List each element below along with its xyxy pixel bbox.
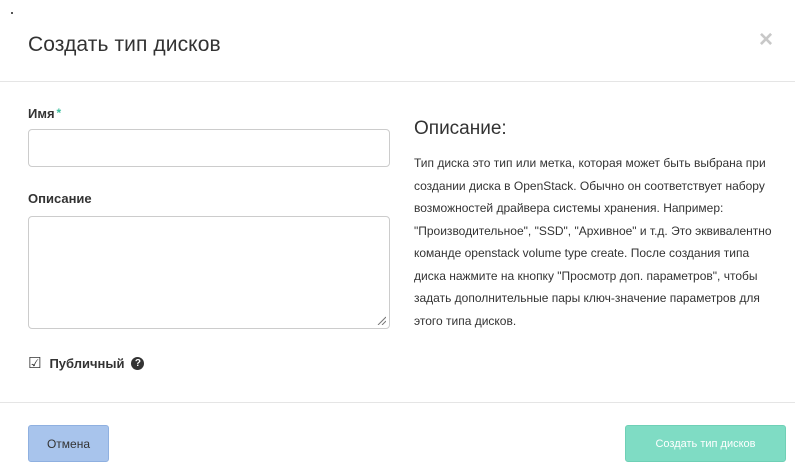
create-volume-type-dialog: Создать тип дисков × Имя * Описание ☑ Пуб… <box>0 0 795 472</box>
name-label: Имя * <box>28 106 61 121</box>
help-heading: Описание: <box>414 118 507 139</box>
create-volume-type-button[interactable]: Создать тип дисков <box>625 425 786 462</box>
name-label-text: Имя <box>28 106 55 121</box>
public-label: Публичный <box>49 356 125 371</box>
dialog-footer: Отмена Создать тип дисков <box>0 402 795 472</box>
dialog-header: Создать тип дисков × <box>0 0 795 82</box>
resize-grip-icon[interactable] <box>377 316 386 325</box>
cancel-button[interactable]: Отмена <box>28 425 109 462</box>
question-circle-icon[interactable]: ? <box>131 357 145 370</box>
dialog-title: Создать тип дисков <box>28 33 221 56</box>
name-input[interactable] <box>28 129 390 167</box>
help-text: Тип диска это тип или метка, которая мож… <box>414 156 772 328</box>
description-textarea[interactable] <box>28 216 390 329</box>
close-icon[interactable]: × <box>759 28 773 52</box>
help-panel: Описание: Тип диска это тип или метка, к… <box>414 118 776 332</box>
public-checkbox[interactable]: ☑ <box>28 356 41 371</box>
required-asterisk: * <box>56 106 62 120</box>
public-checkbox-row[interactable]: ☑ Публичный ? <box>28 356 145 371</box>
description-label: Описание <box>28 191 92 206</box>
